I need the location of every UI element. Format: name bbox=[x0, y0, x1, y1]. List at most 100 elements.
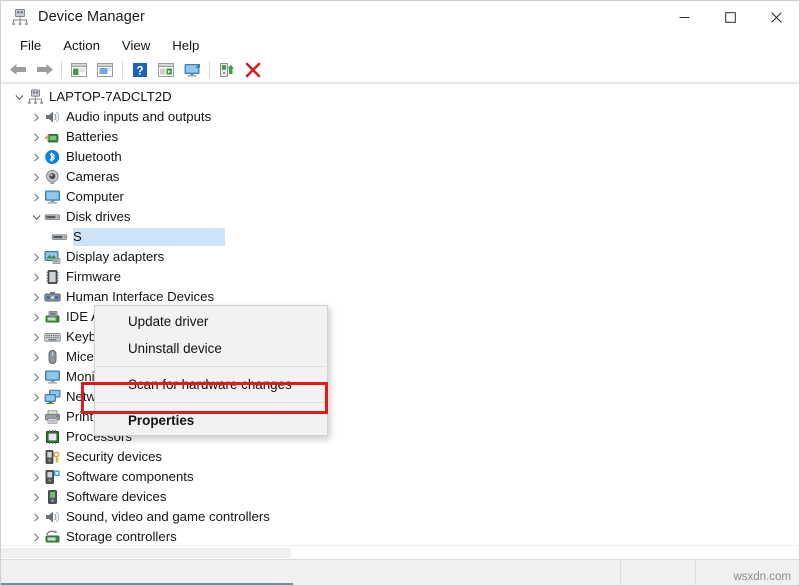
context-menu-item-scan-for-hardware-changes[interactable]: Scan for hardware changes bbox=[95, 371, 327, 398]
tree-item-cameras[interactable]: Cameras bbox=[1, 167, 799, 187]
device-tree-pane[interactable]: LAPTOP-7ADCLT2D Audio inputs and outputs bbox=[1, 83, 799, 545]
tree-item-label-wrap: S bbox=[73, 228, 225, 246]
speaker-icon bbox=[44, 509, 61, 525]
processor-icon bbox=[44, 429, 61, 445]
tree-item-batteries[interactable]: Batteries bbox=[1, 127, 799, 147]
menu-view[interactable]: View bbox=[112, 36, 162, 55]
chevron-right-icon[interactable] bbox=[28, 489, 44, 505]
menu-bar: File Action View Help bbox=[1, 33, 799, 57]
forward-arrow-icon[interactable] bbox=[31, 58, 57, 82]
security-device-icon bbox=[44, 449, 61, 465]
network-adapter-icon bbox=[44, 389, 61, 405]
context-menu-item-uninstall-device[interactable]: Uninstall device bbox=[95, 335, 327, 362]
chevron-right-icon[interactable] bbox=[28, 309, 44, 325]
chevron-down-icon[interactable] bbox=[28, 209, 44, 225]
tree-item-software-devices[interactable]: Software devices bbox=[1, 487, 799, 507]
watermark: wsxdn.com bbox=[733, 571, 791, 583]
chevron-right-icon[interactable] bbox=[28, 429, 44, 445]
tree-item-label: Firmware bbox=[66, 268, 121, 286]
tree-item-security-devices[interactable]: Security devices bbox=[1, 447, 799, 467]
close-icon[interactable] bbox=[753, 1, 799, 33]
title-bar-left: Device Manager bbox=[1, 8, 145, 26]
tree-item-label-wrap: Bluetooth bbox=[66, 148, 128, 166]
tree-item-audio-inputs-and-outputs[interactable]: Audio inputs and outputs bbox=[1, 107, 799, 127]
device-manager-window: Device Manager File Action View Help bbox=[0, 0, 800, 586]
tree-item-computer[interactable]: Computer bbox=[1, 187, 799, 207]
uninstall-device-icon[interactable] bbox=[240, 58, 266, 82]
scan-hardware-changes-icon[interactable] bbox=[179, 58, 205, 82]
ide-controller-icon bbox=[44, 309, 61, 325]
tree-item-label: LAPTOP-7ADCLT2D bbox=[49, 88, 172, 106]
chevron-right-icon[interactable] bbox=[28, 409, 44, 425]
tree-item-label: Software components bbox=[66, 468, 194, 486]
tree-item-label: Sound, video and game controllers bbox=[66, 508, 270, 526]
context-menu[interactable]: Update driver Uninstall device Scan for … bbox=[94, 305, 328, 436]
chevron-right-icon[interactable] bbox=[28, 129, 44, 145]
tree-item-label: Display adapters bbox=[66, 248, 164, 266]
help-icon[interactable]: ? bbox=[127, 58, 153, 82]
tree-item-label: Storage controllers bbox=[66, 528, 177, 545]
tree-item-firmware[interactable]: Firmware bbox=[1, 267, 799, 287]
chevron-right-icon[interactable] bbox=[28, 149, 44, 165]
chevron-right-icon[interactable] bbox=[28, 329, 44, 345]
chevron-right-icon[interactable] bbox=[28, 529, 44, 545]
chevron-right-icon[interactable] bbox=[28, 189, 44, 205]
status-bar-accent bbox=[1, 583, 293, 585]
tree-item-storage-controllers[interactable]: Storage controllers bbox=[1, 527, 799, 545]
chevron-down-icon[interactable] bbox=[11, 89, 27, 105]
toolbar-separator-2 bbox=[122, 61, 123, 79]
software-device-icon bbox=[44, 489, 61, 505]
chevron-right-icon[interactable] bbox=[28, 369, 44, 385]
menu-action[interactable]: Action bbox=[53, 36, 112, 55]
chevron-right-icon[interactable] bbox=[28, 249, 44, 265]
tree-item-sound-video-and-game-controllers[interactable]: Sound, video and game controllers bbox=[1, 507, 799, 527]
maximize-icon[interactable] bbox=[707, 1, 753, 33]
status-bar-segment-2 bbox=[621, 560, 696, 585]
chevron-right-icon[interactable] bbox=[28, 469, 44, 485]
tree-item-label: S bbox=[73, 228, 82, 246]
tree-item-label-wrap: Firmware bbox=[66, 268, 127, 286]
properties-icon[interactable] bbox=[92, 58, 118, 82]
tree-item-label-wrap: Software components bbox=[66, 468, 200, 486]
chevron-right-icon[interactable] bbox=[28, 289, 44, 305]
tree-item-label: Batteries bbox=[66, 128, 118, 146]
chevron-right-icon[interactable] bbox=[28, 449, 44, 465]
tree-item-label: Security devices bbox=[66, 448, 162, 466]
chevron-right-icon[interactable] bbox=[28, 169, 44, 185]
tree-item-human-interface-devices[interactable]: Human Interface Devices bbox=[1, 287, 799, 307]
back-arrow-icon[interactable] bbox=[5, 58, 31, 82]
context-menu-separator-2 bbox=[97, 402, 325, 403]
chevron-right-icon[interactable] bbox=[28, 109, 44, 125]
add-legacy-hardware-icon[interactable] bbox=[214, 58, 240, 82]
printer-icon bbox=[44, 409, 61, 425]
tree-item-label: Computer bbox=[66, 188, 124, 206]
monitor-icon bbox=[44, 369, 61, 385]
mouse-icon bbox=[44, 349, 61, 365]
menu-help[interactable]: Help bbox=[162, 36, 211, 55]
update-driver-icon[interactable] bbox=[153, 58, 179, 82]
context-menu-item-properties[interactable]: Properties bbox=[95, 407, 327, 434]
menu-file[interactable]: File bbox=[10, 36, 53, 55]
tree-item-label-wrap: Security devices bbox=[66, 448, 168, 466]
tree-item-bluetooth[interactable]: Bluetooth bbox=[1, 147, 799, 167]
tree-item-software-components[interactable]: Software components bbox=[1, 467, 799, 487]
display-adapter-icon bbox=[44, 249, 61, 265]
horizontal-scrollbar[interactable] bbox=[1, 545, 799, 559]
chevron-right-icon[interactable] bbox=[28, 509, 44, 525]
tree-item-selected-disk[interactable]: S bbox=[1, 227, 799, 247]
tree-item-disk-drives[interactable]: Disk drives bbox=[1, 207, 799, 227]
chevron-right-icon[interactable] bbox=[28, 389, 44, 405]
device-manager-icon bbox=[11, 8, 29, 26]
tree-item-display-adapters[interactable]: Display adapters bbox=[1, 247, 799, 267]
tree-item-label-wrap: Display adapters bbox=[66, 248, 170, 266]
context-menu-item-update-driver[interactable]: Update driver bbox=[95, 308, 327, 335]
minimize-icon[interactable] bbox=[661, 1, 707, 33]
chevron-right-icon[interactable] bbox=[28, 349, 44, 365]
show-hide-console-tree-icon[interactable] bbox=[66, 58, 92, 82]
tree-item-root[interactable]: LAPTOP-7ADCLT2D bbox=[1, 87, 799, 107]
horizontal-scrollbar-thumb[interactable] bbox=[1, 548, 291, 558]
window-title: Device Manager bbox=[38, 9, 145, 25]
chevron-right-icon[interactable] bbox=[28, 269, 44, 285]
disk-drive-icon bbox=[44, 209, 61, 225]
title-bar: Device Manager bbox=[1, 1, 799, 33]
